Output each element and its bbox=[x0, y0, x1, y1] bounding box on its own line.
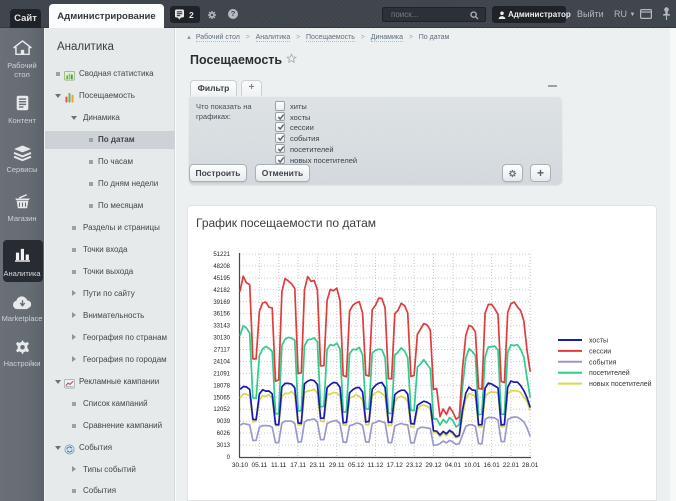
svg-text:23.11: 23.11 bbox=[310, 462, 326, 469]
svg-text:хосты: хосты bbox=[589, 338, 608, 345]
svg-text:17.12: 17.12 bbox=[387, 462, 404, 469]
svg-text:16.01: 16.01 bbox=[483, 462, 500, 469]
svg-text:42182: 42182 bbox=[213, 288, 230, 294]
svg-text:новых посетителей: новых посетителей bbox=[589, 380, 652, 388]
svg-text:39169: 39169 bbox=[213, 300, 230, 306]
svg-text:15065: 15065 bbox=[213, 395, 230, 401]
svg-text:10.01: 10.01 bbox=[464, 462, 481, 469]
svg-text:18078: 18078 bbox=[213, 383, 230, 389]
svg-text:36156: 36156 bbox=[213, 312, 230, 318]
svg-text:30.10: 30.10 bbox=[232, 462, 249, 469]
svg-text:29.12: 29.12 bbox=[425, 462, 442, 469]
svg-text:11.12: 11.12 bbox=[368, 462, 384, 469]
svg-text:17.11: 17.11 bbox=[290, 462, 306, 469]
svg-text:6026: 6026 bbox=[217, 431, 231, 437]
svg-text:события: события bbox=[589, 358, 617, 366]
svg-text:04.01: 04.01 bbox=[445, 462, 462, 469]
svg-text:сессии: сессии bbox=[589, 348, 611, 355]
svg-text:05.12: 05.12 bbox=[348, 462, 365, 469]
svg-text:51221: 51221 bbox=[213, 252, 230, 258]
svg-text:0: 0 bbox=[227, 455, 231, 461]
svg-text:29.11: 29.11 bbox=[329, 462, 345, 469]
svg-text:посетителей: посетителей bbox=[589, 369, 630, 377]
svg-text:9039: 9039 bbox=[217, 419, 231, 425]
svg-text:48208: 48208 bbox=[213, 264, 230, 270]
svg-text:21091: 21091 bbox=[213, 371, 230, 377]
svg-text:22.01: 22.01 bbox=[503, 462, 520, 469]
svg-text:11.11: 11.11 bbox=[271, 462, 287, 469]
svg-text:27117: 27117 bbox=[214, 348, 231, 354]
svg-text:30130: 30130 bbox=[213, 336, 230, 342]
svg-text:24104: 24104 bbox=[213, 360, 230, 366]
svg-text:05.11: 05.11 bbox=[252, 462, 268, 469]
svg-text:12052: 12052 bbox=[213, 407, 230, 413]
svg-text:33143: 33143 bbox=[213, 324, 230, 330]
svg-text:28.01: 28.01 bbox=[522, 462, 539, 469]
svg-text:45195: 45195 bbox=[213, 276, 230, 282]
svg-text:23.12: 23.12 bbox=[406, 462, 423, 469]
svg-text:3013: 3013 bbox=[217, 443, 231, 449]
